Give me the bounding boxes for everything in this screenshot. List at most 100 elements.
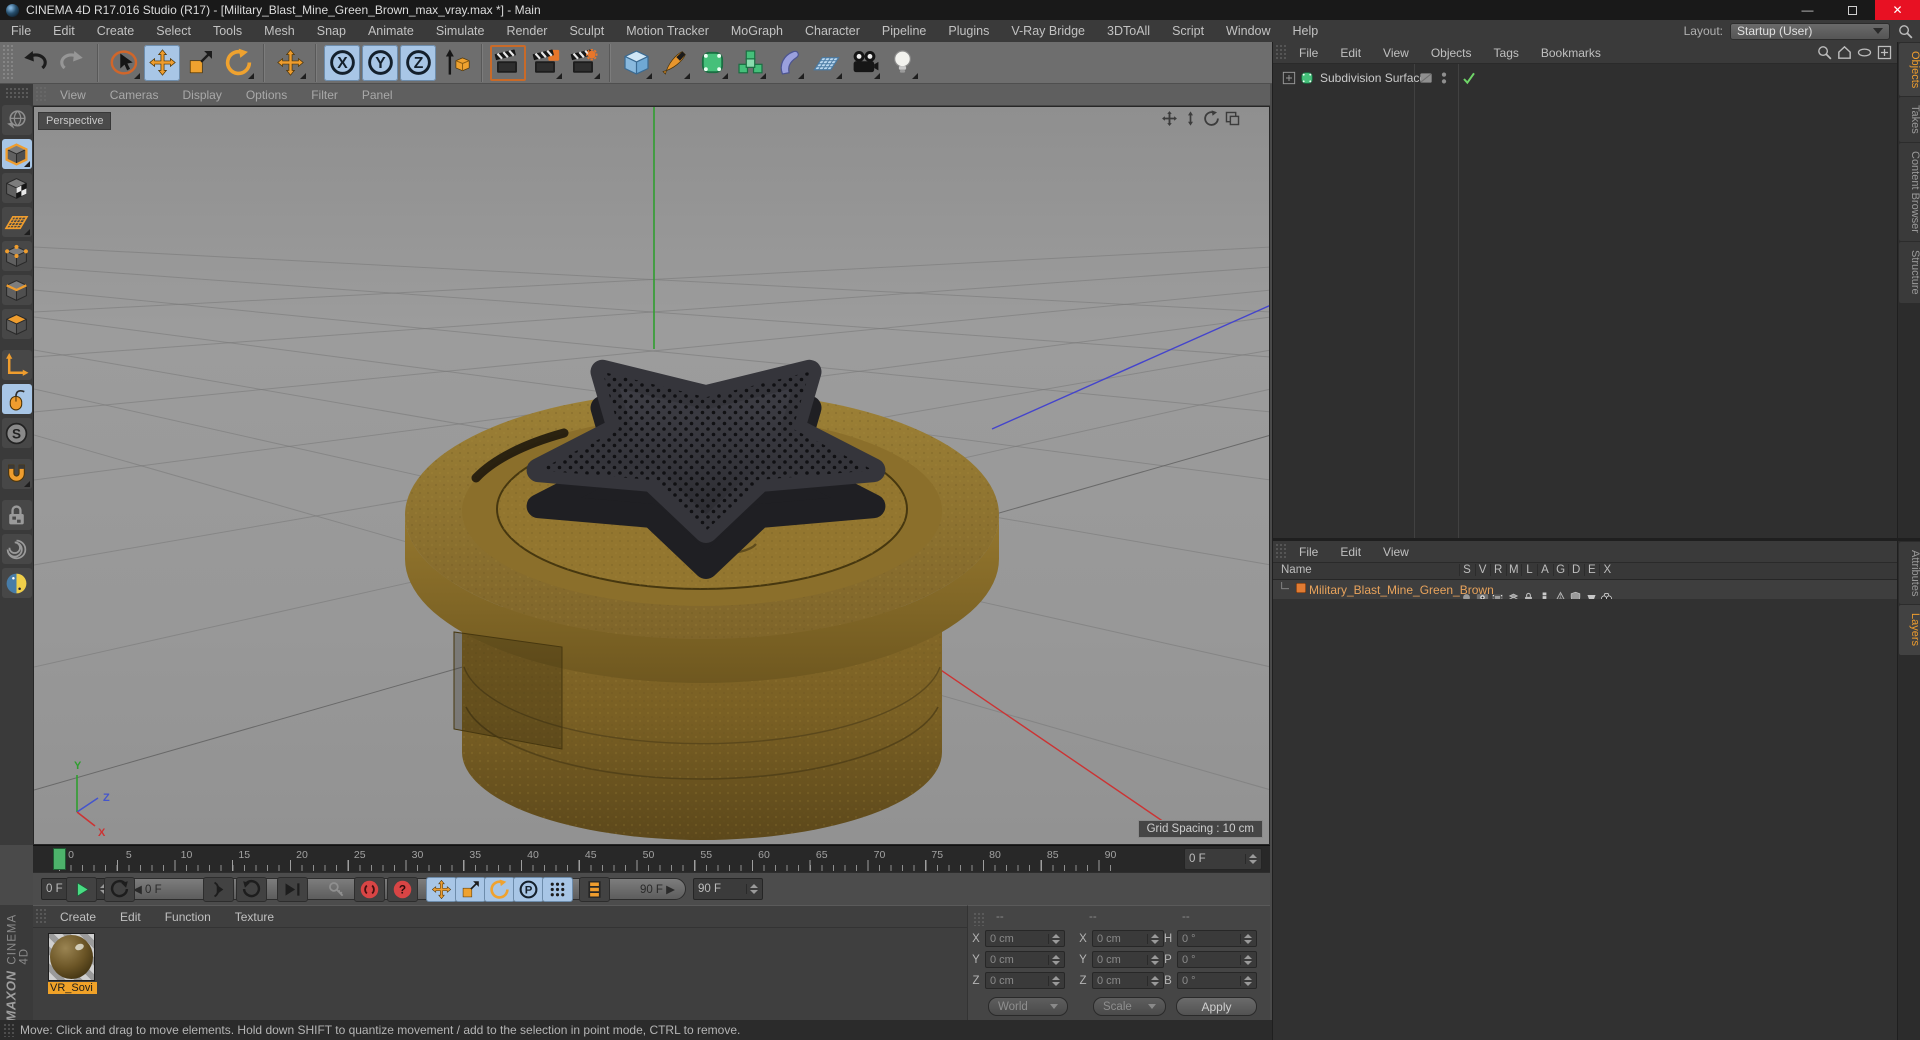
- mine-model[interactable]: [405, 359, 999, 840]
- texture-mode-button[interactable]: [1, 173, 32, 203]
- layer-manager-menu-edit[interactable]: Edit: [1329, 541, 1372, 563]
- menubar-item-simulate[interactable]: Simulate: [425, 20, 496, 42]
- world-dropdown[interactable]: World: [988, 997, 1068, 1016]
- close-button[interactable]: ✕: [1875, 0, 1920, 20]
- scale-dropdown[interactable]: Scale: [1093, 997, 1166, 1016]
- edit-render-settings-button[interactable]: [566, 45, 602, 81]
- material-menu-handle[interactable]: [35, 908, 46, 925]
- key-parameter-button[interactable]: P: [513, 877, 544, 902]
- tab-layers[interactable]: Layers: [1899, 605, 1920, 655]
- menubar-item-mograph[interactable]: MoGraph: [720, 20, 794, 42]
- apply-button[interactable]: Apply: [1176, 997, 1257, 1016]
- toolbar-drag-handle[interactable]: [2, 44, 13, 81]
- camera-object-button[interactable]: [846, 45, 882, 81]
- viewport-menu-panel[interactable]: Panel: [350, 84, 405, 106]
- menubar-item-3dtoall[interactable]: 3DToAll: [1096, 20, 1161, 42]
- spinner-arrows-icon[interactable]: [1048, 975, 1060, 986]
- end-frame-field[interactable]: 90 F: [693, 878, 763, 900]
- layer-chip-icon[interactable]: [1418, 70, 1434, 86]
- minimize-button[interactable]: —: [1785, 0, 1830, 20]
- material-menu-edit[interactable]: Edit: [108, 906, 153, 928]
- coords-field-h-2[interactable]: 0 °: [1177, 930, 1257, 947]
- points-mode-button[interactable]: [1, 241, 32, 271]
- next-frame-button[interactable]: [203, 877, 234, 902]
- spinner-arrows-icon[interactable]: [1147, 954, 1159, 965]
- menubar-item-edit[interactable]: Edit: [42, 20, 86, 42]
- viewport-menu-display[interactable]: Display: [170, 84, 233, 106]
- menubar-item-script[interactable]: Script: [1161, 20, 1215, 42]
- menubar-item-pipeline[interactable]: Pipeline: [871, 20, 937, 42]
- menubar-item-tools[interactable]: Tools: [202, 20, 253, 42]
- home-icon[interactable]: [1836, 44, 1853, 61]
- viewport-rotate-icon[interactable]: [1203, 110, 1220, 127]
- search-icon[interactable]: [1816, 44, 1833, 61]
- add-cube-primitive-button[interactable]: [618, 45, 654, 81]
- layer-manager-menu-file[interactable]: File: [1288, 541, 1329, 563]
- coords-field-y-1[interactable]: 0 cm: [1092, 951, 1164, 968]
- object-manager-menu-edit[interactable]: Edit: [1329, 42, 1372, 64]
- floor-environment-button[interactable]: [808, 45, 844, 81]
- key-position-button[interactable]: [426, 877, 457, 902]
- soft-selection-button[interactable]: S: [1, 418, 32, 448]
- object-manager-menu-bookmarks[interactable]: Bookmarks: [1530, 42, 1612, 64]
- coords-field-z-1[interactable]: 0 cm: [1092, 972, 1164, 989]
- lock-y-axis-button[interactable]: Y: [362, 44, 398, 81]
- subdivision-surface-generator-button[interactable]: [694, 45, 730, 81]
- bend-deformer-button[interactable]: [770, 45, 806, 81]
- tweak-mode-button[interactable]: [1, 384, 32, 414]
- timeline-playhead[interactable]: [53, 848, 66, 870]
- python-scripting-button[interactable]: [1, 568, 32, 598]
- last-used-tool-button[interactable]: [272, 45, 308, 81]
- material-thumbnail[interactable]: [48, 933, 95, 981]
- coords-field-z-0[interactable]: 0 cm: [985, 972, 1065, 989]
- tab-structure[interactable]: Structure: [1899, 241, 1920, 303]
- menubar-item-plugins[interactable]: Plugins: [937, 20, 1000, 42]
- menubar-item-help[interactable]: Help: [1282, 20, 1330, 42]
- coords-field-p-2[interactable]: 0 °: [1177, 951, 1257, 968]
- autokeying-button[interactable]: [354, 877, 385, 902]
- array-generator-button[interactable]: [732, 45, 768, 81]
- menubar-item-render[interactable]: Render: [495, 20, 558, 42]
- lock-z-axis-button[interactable]: Z: [400, 44, 436, 81]
- maximize-button[interactable]: [1830, 0, 1875, 20]
- spinner-arrows-icon[interactable]: [1240, 954, 1252, 965]
- coords-field-x-0[interactable]: 0 cm: [985, 930, 1065, 947]
- viewport-canvas[interactable]: Y Z X Perspective Grid Spacing : 10 cm: [33, 106, 1270, 845]
- interactive-render-region-button[interactable]: [1, 534, 32, 564]
- menubar-item-v-ray-bridge[interactable]: V-Ray Bridge: [1000, 20, 1096, 42]
- layer-color-icon[interactable]: [1293, 580, 1309, 599]
- axis-mode-button[interactable]: [1, 350, 32, 380]
- model-mode-button[interactable]: [1, 139, 32, 169]
- tab-attributes[interactable]: Attributes: [1899, 542, 1920, 605]
- viewport-menu-options[interactable]: Options: [234, 84, 299, 106]
- menubar-item-create[interactable]: Create: [86, 20, 146, 42]
- spinner-arrows-icon[interactable]: [1048, 954, 1060, 965]
- open-timeline-button[interactable]: [579, 877, 610, 902]
- object-manager-menu-view[interactable]: View: [1372, 42, 1420, 64]
- material-menu-texture[interactable]: Texture: [223, 906, 286, 928]
- coords-menu-handle[interactable]: [973, 912, 984, 926]
- menubar-item-sculpt[interactable]: Sculpt: [558, 20, 615, 42]
- record-keyframe-button[interactable]: [321, 877, 352, 902]
- object-manager-menu-objects[interactable]: Objects: [1420, 42, 1483, 64]
- tab-takes[interactable]: Takes: [1899, 97, 1920, 143]
- viewport-menu-filter[interactable]: Filter: [299, 84, 350, 106]
- spinner-arrows-icon[interactable]: [1240, 933, 1252, 944]
- menubar-item-file[interactable]: File: [0, 20, 42, 42]
- spline-pen-button[interactable]: [656, 45, 692, 81]
- polygons-mode-button[interactable]: [1, 309, 32, 339]
- spinner-arrows-icon[interactable]: [746, 884, 758, 894]
- layer-row[interactable]: Military_Blast_Mine_Green_Brown: [1273, 580, 1897, 603]
- redo-button[interactable]: [54, 45, 90, 81]
- object-manager-menu-tags[interactable]: Tags: [1483, 42, 1530, 64]
- object-manager-handle[interactable]: [1275, 44, 1286, 61]
- visibility-dots-icon[interactable]: [1436, 70, 1452, 86]
- menubar-item-window[interactable]: Window: [1215, 20, 1281, 42]
- layout-dropdown[interactable]: Startup (User): [1730, 22, 1890, 40]
- object-manager-menu-file[interactable]: File: [1288, 42, 1329, 64]
- coordinate-system-button[interactable]: [438, 45, 474, 81]
- spinner-arrows-icon[interactable]: [1245, 854, 1257, 864]
- make-editable-button[interactable]: [1, 105, 32, 135]
- menubar-item-select[interactable]: Select: [145, 20, 202, 42]
- spinner-arrows-icon[interactable]: [1240, 975, 1252, 986]
